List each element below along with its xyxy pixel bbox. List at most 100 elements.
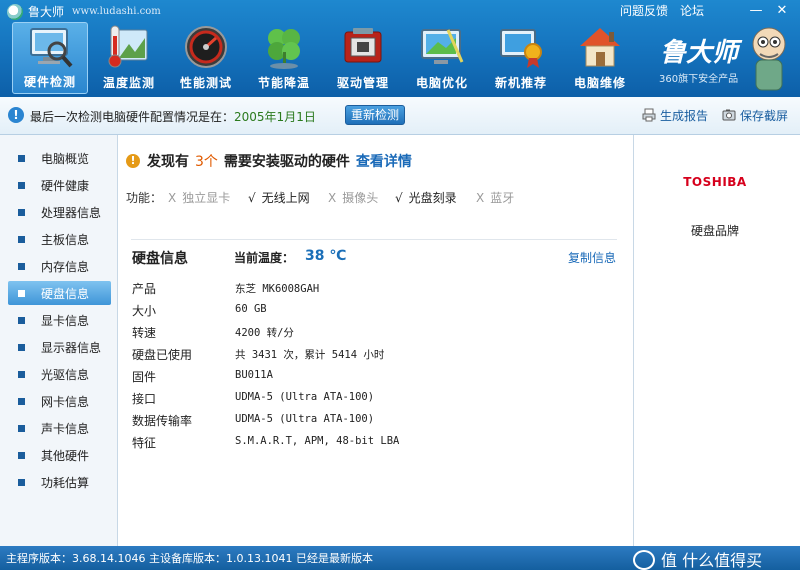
sidebar-item-network[interactable]: 网卡信息 <box>8 389 111 413</box>
tab-temperature-monitor[interactable]: 温度监测 <box>91 22 167 94</box>
sidebar-item-power[interactable]: 功耗估算 <box>8 470 111 494</box>
section-divider <box>131 239 617 240</box>
camera-icon <box>722 109 736 121</box>
sidebar-item-label: 网卡信息 <box>41 395 90 409</box>
bullet-icon <box>18 155 25 162</box>
optimize-screen-icon <box>421 29 464 64</box>
sidebar-item-monitor[interactable]: 显示器信息 <box>8 335 111 359</box>
sidebar-item-overview[interactable]: 电脑概览 <box>8 146 111 170</box>
tab-driver-management[interactable]: 驱动管理 <box>325 22 401 94</box>
check-icon: √ <box>395 191 403 205</box>
save-screenshot-label: 保存截屏 <box>740 109 789 123</box>
sidebar-item-label: 内存信息 <box>41 260 90 274</box>
cross-icon: X <box>476 191 485 205</box>
sidebar-item-cpu[interactable]: 处理器信息 <box>8 200 111 224</box>
bullet-icon <box>18 263 25 270</box>
info-value: S.M.A.R.T, APM, 48-bit LBA <box>235 435 400 447</box>
sidebar-item-optical[interactable]: 光驱信息 <box>8 362 111 386</box>
tab-pc-optimize[interactable]: 电脑优化 <box>404 22 480 94</box>
house-repair-icon <box>580 28 620 67</box>
bullet-icon <box>18 452 25 459</box>
brand-subtitle: 360旗下安全产品 <box>659 74 739 85</box>
tab-hardware-detect[interactable]: 硬件检测 <box>12 22 88 94</box>
watermark-text: 值 什么值得买 <box>661 551 763 570</box>
sidebar-item-label: 显示器信息 <box>41 341 102 355</box>
brand-name: 鲁大师 <box>660 38 739 68</box>
warning-count: 3个 <box>195 154 218 170</box>
feature-bluetooth: X 蓝牙 <box>476 189 514 206</box>
feature-label: 蓝牙 <box>490 191 515 205</box>
brand-panel: TOSHIBA 硬盘品牌 <box>633 135 800 546</box>
watermark: 值 什么值得买 <box>633 547 762 570</box>
toolbar: 鲁大师 www.ludashi.com 问题反馈 论坛 — ✕ 硬件检测 温度监… <box>0 0 800 97</box>
tab-energy-cooling[interactable]: 节能降温 <box>246 22 322 94</box>
sidebar-item-harddisk[interactable]: 硬盘信息 <box>8 281 111 305</box>
thermometer-icon <box>108 25 148 68</box>
info-value: 60 GB <box>235 303 267 315</box>
info-key: 硬盘已使用 <box>132 348 193 362</box>
features-label: 功能： <box>126 191 163 205</box>
tab-pc-repair[interactable]: 电脑维修 <box>562 22 638 94</box>
feedback-link[interactable]: 问题反馈 <box>620 2 668 19</box>
warning-suffix: 需要安装驱动的硬件 <box>223 154 350 170</box>
chip-box-icon <box>344 28 382 63</box>
save-screenshot-button[interactable]: 保存截屏 <box>722 107 788 124</box>
driver-warning: 发现有 3个 需要安装驱动的硬件 查看详情 <box>147 151 412 171</box>
copy-info-link[interactable]: 复制信息 <box>568 249 616 266</box>
info-key: 转速 <box>132 326 157 340</box>
warning-icon: ! <box>126 154 140 168</box>
last-scan-label: 最后一次检测电脑硬件配置情况是在： <box>30 110 235 124</box>
close-button[interactable]: ✕ <box>774 3 790 19</box>
generate-report-button[interactable]: 生成报告 <box>642 107 708 124</box>
minimize-button[interactable]: — <box>748 3 764 19</box>
sidebar-item-motherboard[interactable]: 主板信息 <box>8 227 111 251</box>
last-scan-text: 最后一次检测电脑硬件配置情况是在：2005年1月1日 <box>30 108 316 125</box>
tab-label: 驱动管理 <box>336 76 389 90</box>
computer-award-icon <box>500 29 542 68</box>
info-value: UDMA-5 (Ultra ATA-100) <box>235 391 375 403</box>
version-info: 主程序版本：3.68.14.1046 主设备库版本：1.0.13.1041 已经… <box>6 552 373 565</box>
bullet-icon <box>18 209 25 216</box>
info-key: 固件 <box>132 370 157 384</box>
last-scan-date: 2005年1月1日 <box>234 110 316 124</box>
feature-label: 无线上网 <box>261 191 310 205</box>
toshiba-logo: TOSHIBA <box>683 175 747 189</box>
tab-new-pc-recommend[interactable]: 新机推荐 <box>483 22 559 94</box>
sidebar-item-label: 硬盘信息 <box>41 287 90 301</box>
cross-icon: X <box>328 191 337 205</box>
warning-prefix: 发现有 <box>147 154 189 170</box>
sidebar-item-label: 光驱信息 <box>41 368 90 382</box>
printer-icon <box>642 108 656 122</box>
recheck-button[interactable]: 重新检测 <box>345 105 405 125</box>
sidebar-item-other[interactable]: 其他硬件 <box>8 443 111 467</box>
sidebar-item-label: 声卡信息 <box>41 422 90 436</box>
sidebar-item-memory[interactable]: 内存信息 <box>8 254 111 278</box>
forum-link[interactable]: 论坛 <box>680 2 704 19</box>
monitor-magnifier-icon <box>30 28 73 68</box>
tab-label: 节能降温 <box>257 76 310 90</box>
bullet-icon <box>18 317 25 324</box>
speedometer-icon <box>185 26 227 68</box>
info-icon: ! <box>8 107 24 123</box>
sidebar-item-label: 显卡信息 <box>41 314 90 328</box>
info-key: 产品 <box>132 282 157 296</box>
check-icon: √ <box>248 191 256 205</box>
generate-report-label: 生成报告 <box>660 109 709 123</box>
sidebar-item-sound[interactable]: 声卡信息 <box>8 416 111 440</box>
sidebar-item-health[interactable]: 硬件健康 <box>8 173 111 197</box>
info-key: 大小 <box>132 304 157 318</box>
section-title: 硬盘信息 <box>132 251 188 267</box>
mascot-icon <box>752 27 786 91</box>
tab-label: 性能测试 <box>179 76 232 90</box>
sidebar-item-label: 电脑概览 <box>41 152 90 166</box>
view-details-link[interactable]: 查看详情 <box>356 154 412 170</box>
app-url: www.ludashi.com <box>72 6 161 17</box>
sidebar-item-graphics[interactable]: 显卡信息 <box>8 308 111 332</box>
brand-caption: 硬盘品牌 <box>690 224 739 238</box>
sidebar: 电脑概览 硬件健康 处理器信息 主板信息 内存信息 硬盘信息 显卡信息 显示器信… <box>0 135 118 546</box>
info-value: 4200 转/分 <box>235 327 294 339</box>
tab-performance-test[interactable]: 性能测试 <box>168 22 244 94</box>
app-logo-icon <box>7 4 23 20</box>
tab-label: 电脑维修 <box>573 76 626 90</box>
bullet-icon <box>18 425 25 432</box>
